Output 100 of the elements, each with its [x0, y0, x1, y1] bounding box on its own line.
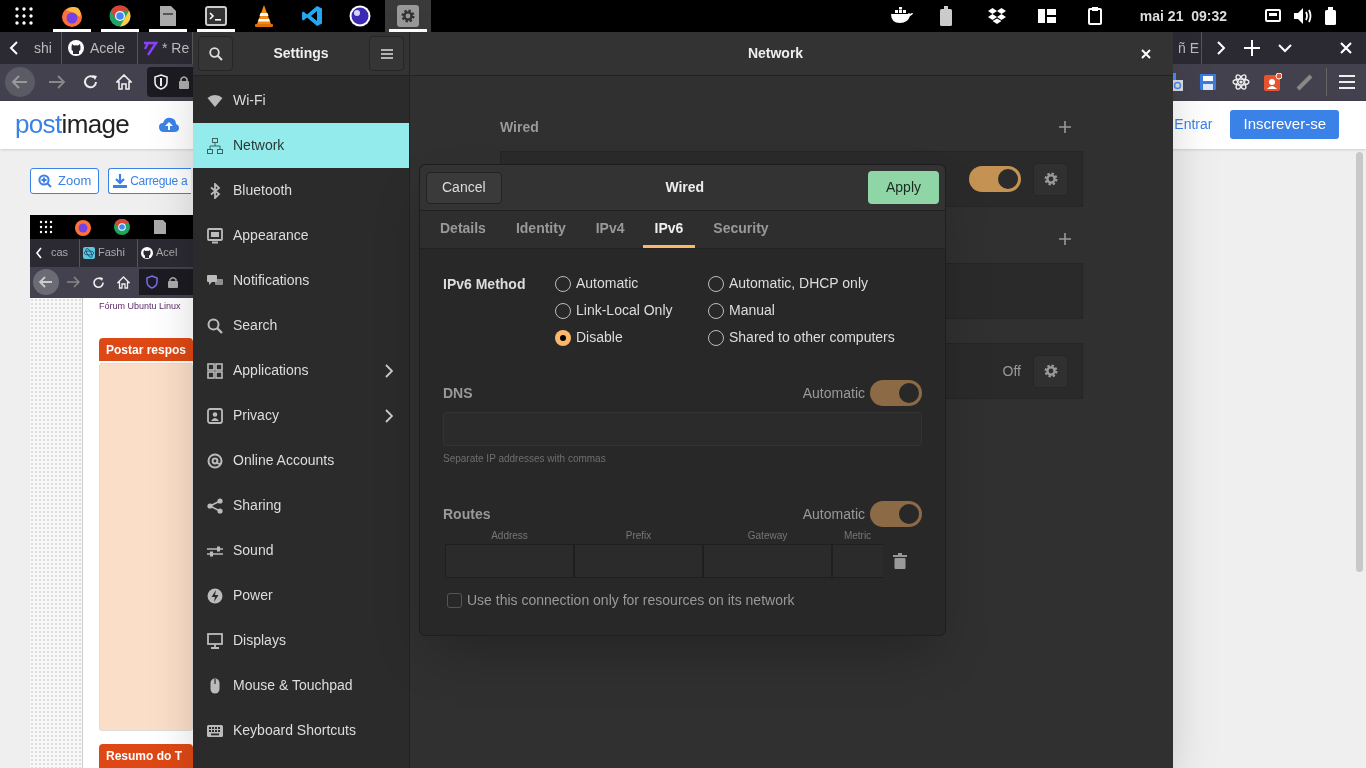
clock[interactable]: mai 21 09:32: [1139, 5, 1227, 27]
cancel-button[interactable]: Cancel: [426, 171, 502, 204]
hint-text: Separate IP addresses with commas: [443, 452, 607, 466]
privacy-icon: [207, 407, 223, 424]
sidebar-item[interactable]: Online Accounts: [193, 438, 409, 483]
toggle-switch[interactable]: [870, 501, 922, 527]
battery-icon[interactable]: [939, 6, 952, 26]
sidebar-item[interactable]: Sound: [193, 528, 409, 573]
reload-icon: [92, 275, 105, 289]
round-browser-icon: [108, 4, 132, 28]
status-text: Off: [1002, 361, 1021, 381]
radio-option[interactable]: Link-Local Only: [555, 297, 708, 324]
add-icon[interactable]: [1059, 233, 1071, 245]
reload-icon[interactable]: [83, 74, 99, 91]
search-button[interactable]: [198, 36, 233, 71]
menu-icon[interactable]: [1339, 75, 1355, 90]
login-link[interactable]: Entrar: [1174, 114, 1213, 136]
network-icon[interactable]: [1265, 9, 1281, 23]
close-icon[interactable]: [1340, 42, 1352, 54]
column-header: Address: [490, 529, 529, 543]
wifi-icon: [207, 92, 223, 109]
scroll-right-icon[interactable]: [1216, 41, 1226, 55]
signup-button[interactable]: Inscrever-se: [1230, 110, 1339, 140]
home-icon[interactable]: [116, 74, 132, 91]
box-stack-icon[interactable]: [987, 8, 1006, 24]
forum-link[interactable]: Fórum Ubuntu Linux: [99, 299, 181, 313]
cloud-upload-icon[interactable]: [159, 116, 180, 133]
sidebar-item[interactable]: Search: [193, 303, 409, 348]
dock-app[interactable]: [385, 0, 431, 32]
column-header: Gateway: [746, 529, 789, 543]
new-tab-icon[interactable]: [1244, 40, 1260, 56]
topic-summary-header: Resumo do T: [99, 744, 193, 768]
sidebar-item[interactable]: Notifications: [193, 258, 409, 303]
radio-option[interactable]: Shared to other computers: [708, 324, 895, 351]
apply-button[interactable]: Apply: [867, 171, 939, 204]
trash-icon[interactable]: [893, 553, 907, 569]
gear-icon: [1042, 171, 1059, 187]
url-bar[interactable]: [147, 67, 193, 98]
sidebar-item[interactable]: Bluetooth: [193, 168, 409, 213]
scrollbar[interactable]: [1356, 151, 1363, 572]
sidebar-item[interactable]: Network: [193, 123, 409, 168]
traffic-cone-icon: [252, 4, 276, 28]
sidebar-item[interactable]: Displays: [193, 618, 409, 663]
battery-icon[interactable]: [1325, 7, 1336, 25]
tab[interactable]: IPv6: [642, 211, 696, 248]
radio-option[interactable]: Automatic: [555, 270, 708, 297]
zoom-button[interactable]: Zoom: [30, 167, 100, 194]
sidebar-item[interactable]: Wi-Fi: [193, 78, 409, 123]
at-sign-icon: [207, 452, 223, 469]
display-icon: [207, 632, 223, 649]
cat-icon: [141, 246, 153, 259]
orb-icon: [348, 4, 372, 28]
volume-icon[interactable]: [1293, 7, 1313, 25]
site-logo[interactable]: postimage: [15, 105, 130, 145]
whale-icon[interactable]: [889, 7, 914, 25]
radio-option[interactable]: Automatic, DHCP only: [708, 270, 895, 297]
settings-button[interactable]: [1033, 354, 1068, 388]
tab[interactable]: IPv4: [583, 211, 637, 248]
checkbox[interactable]: [447, 593, 462, 608]
sidebar-item[interactable]: Sharing: [193, 483, 409, 528]
upload-button[interactable]: Carregue a: [108, 167, 192, 194]
grid-icon: [207, 362, 223, 379]
section-title: Routes: [443, 504, 492, 524]
sidebar-item[interactable]: Privacy: [193, 393, 409, 438]
tiling-icon[interactable]: [1037, 9, 1056, 23]
settings-icon: [396, 4, 420, 28]
back-icon[interactable]: [5, 67, 35, 98]
settings-button[interactable]: [1033, 162, 1068, 196]
window-title: Settings: [272, 44, 330, 63]
toggle-switch[interactable]: [870, 380, 922, 406]
atom-icon[interactable]: [1232, 73, 1250, 92]
chevron-right-icon: [385, 363, 393, 378]
shield-icon[interactable]: [154, 74, 168, 91]
sidebar-item[interactable]: Applications: [193, 348, 409, 393]
forward-icon[interactable]: [48, 75, 66, 90]
sidebar-item[interactable]: Power: [193, 573, 409, 618]
share-icon: [207, 497, 223, 514]
sidebar-item[interactable]: Appearance: [193, 213, 409, 258]
close-icon[interactable]: [1141, 48, 1151, 59]
monitor-icon: [207, 227, 223, 244]
apps-grid-icon: [39, 219, 53, 234]
extension-icon[interactable]: [1264, 73, 1282, 92]
sidebar-item[interactable]: Keyboard Shortcuts: [193, 708, 409, 753]
atom-tab-icon: [83, 246, 95, 259]
chevron-down-icon[interactable]: [1278, 43, 1292, 53]
sidebar-item[interactable]: Mouse & Touchpad: [193, 663, 409, 708]
section-title: Wired: [500, 117, 539, 137]
radio-option[interactable]: Manual: [708, 297, 895, 324]
search-icon: [208, 46, 223, 61]
scroll-left-icon[interactable]: [9, 41, 19, 55]
tab[interactable]: Identity: [503, 211, 578, 248]
radio-option[interactable]: Disable: [555, 324, 708, 351]
clipboard-icon[interactable]: [1087, 7, 1102, 25]
tab[interactable]: Details: [428, 211, 498, 248]
network-icon: [207, 137, 223, 154]
field-label: IPv6 Method: [443, 275, 527, 294]
add-icon[interactable]: [1059, 121, 1071, 133]
tab[interactable]: Security: [701, 211, 781, 248]
toggle-switch[interactable]: [969, 166, 1021, 192]
menu-button[interactable]: [369, 36, 404, 71]
